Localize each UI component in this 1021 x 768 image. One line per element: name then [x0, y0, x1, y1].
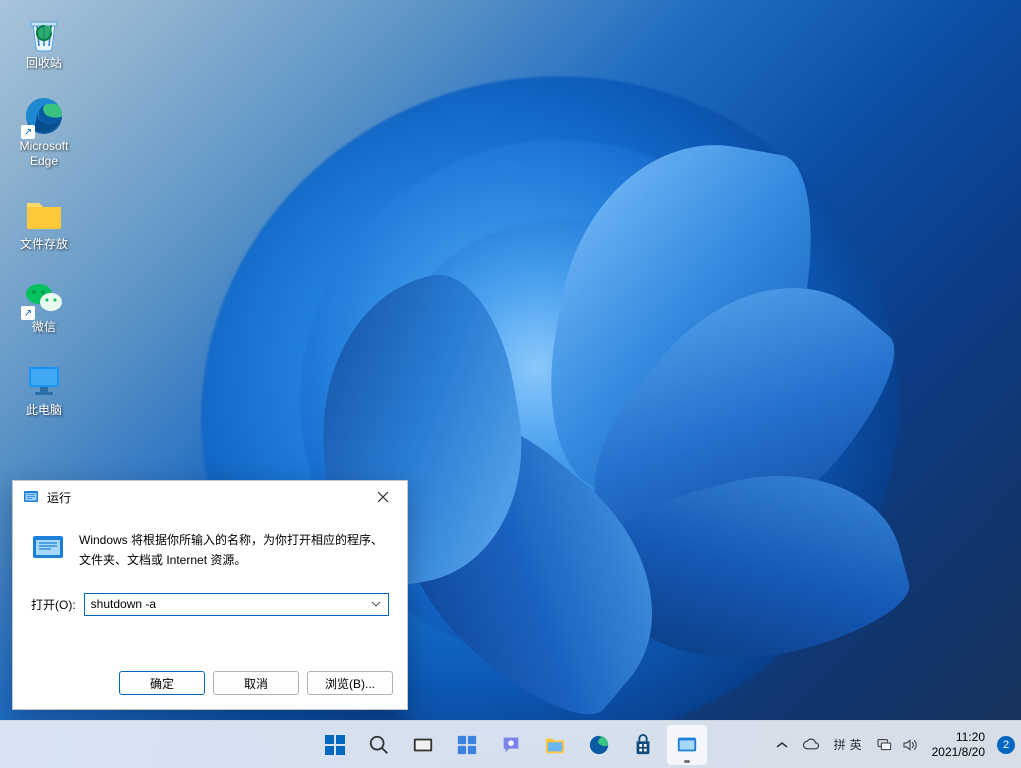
ime-pinyin-label: 拼	[834, 736, 846, 753]
run-titlebar[interactable]: 运行	[13, 481, 407, 513]
ok-button[interactable]: 确定	[119, 671, 205, 695]
chat-button[interactable]	[491, 725, 531, 765]
run-title-text: 运行	[47, 489, 355, 506]
desktop-icon-wechat[interactable]: ↗ 微信	[6, 274, 82, 337]
windows-logo-icon	[323, 733, 347, 757]
folder-icon	[23, 193, 65, 235]
edge-taskbar-button[interactable]	[579, 725, 619, 765]
icon-label: 文件存放	[20, 237, 68, 252]
explorer-button[interactable]	[535, 725, 575, 765]
cloud-icon	[802, 736, 820, 754]
store-icon	[632, 734, 654, 756]
browse-button[interactable]: 浏览(B)...	[307, 671, 393, 695]
search-icon	[368, 734, 390, 756]
run-taskbar-button[interactable]	[667, 725, 707, 765]
start-button[interactable]	[315, 725, 355, 765]
store-button[interactable]	[623, 725, 663, 765]
icon-label: Microsoft Edge	[20, 139, 69, 169]
icon-label: 回收站	[26, 56, 62, 71]
run-input-combo[interactable]: shutdown -a	[84, 593, 389, 616]
shortcut-badge-icon: ↗	[21, 125, 35, 139]
taskview-button[interactable]	[403, 725, 443, 765]
taskbar: 拼 英 11:20 2021/8/20 2	[0, 720, 1021, 768]
taskbar-clock[interactable]: 11:20 2021/8/20	[926, 730, 991, 760]
recycle-bin-icon	[23, 12, 65, 54]
edge-icon: ↗	[23, 95, 65, 137]
desktop-icons: 回收站 ↗ Microsoft Edge 文件存放 ↗ 微信 此电脑	[6, 10, 82, 420]
system-tray: 拼 英 11:20 2021/8/20 2	[770, 721, 1015, 768]
run-input-value: shutdown -a	[91, 597, 368, 611]
chevron-up-icon	[776, 741, 788, 749]
taskview-icon	[412, 734, 434, 756]
this-pc-icon	[23, 359, 65, 401]
dropdown-chevron-icon[interactable]	[368, 601, 384, 607]
desktop-icon-this-pc[interactable]: 此电脑	[6, 357, 82, 420]
desktop-icon-recycle-bin[interactable]: 回收站	[6, 10, 82, 73]
clock-date: 2021/8/20	[932, 745, 985, 760]
search-button[interactable]	[359, 725, 399, 765]
edge-icon	[588, 734, 610, 756]
clock-time: 11:20	[956, 730, 985, 745]
shortcut-badge-icon: ↗	[21, 306, 35, 320]
tray-overflow-button[interactable]	[770, 725, 794, 765]
onedrive-tray-icon[interactable]	[796, 725, 826, 765]
ime-indicator[interactable]: 拼 英	[828, 725, 868, 765]
run-icon	[676, 734, 698, 756]
notification-badge[interactable]: 2	[997, 736, 1015, 754]
run-titlebar-icon	[23, 489, 39, 505]
ime-lang-label: 英	[850, 736, 862, 753]
chat-icon	[500, 734, 522, 756]
volume-icon	[902, 737, 918, 753]
cancel-button[interactable]: 取消	[213, 671, 299, 695]
desktop-icon-edge[interactable]: ↗ Microsoft Edge	[6, 93, 82, 171]
network-icon	[876, 737, 892, 753]
desktop-icon-folder[interactable]: 文件存放	[6, 191, 82, 254]
icon-label: 此电脑	[26, 403, 62, 418]
wechat-icon: ↗	[23, 276, 65, 318]
close-button[interactable]	[363, 483, 403, 511]
open-label: 打开(O):	[31, 596, 76, 613]
run-dialog: 运行 Windows 将根据你所输入的名称，为你打开相应的程序、文件夹、文档或 …	[12, 480, 408, 710]
widgets-icon	[456, 734, 478, 756]
network-volume-tray[interactable]	[870, 725, 924, 765]
run-dialog-icon	[31, 531, 65, 565]
folder-icon	[544, 734, 566, 756]
run-description: Windows 将根据你所输入的名称，为你打开相应的程序、文件夹、文档或 Int…	[79, 531, 389, 571]
widgets-button[interactable]	[447, 725, 487, 765]
icon-label: 微信	[32, 320, 56, 335]
